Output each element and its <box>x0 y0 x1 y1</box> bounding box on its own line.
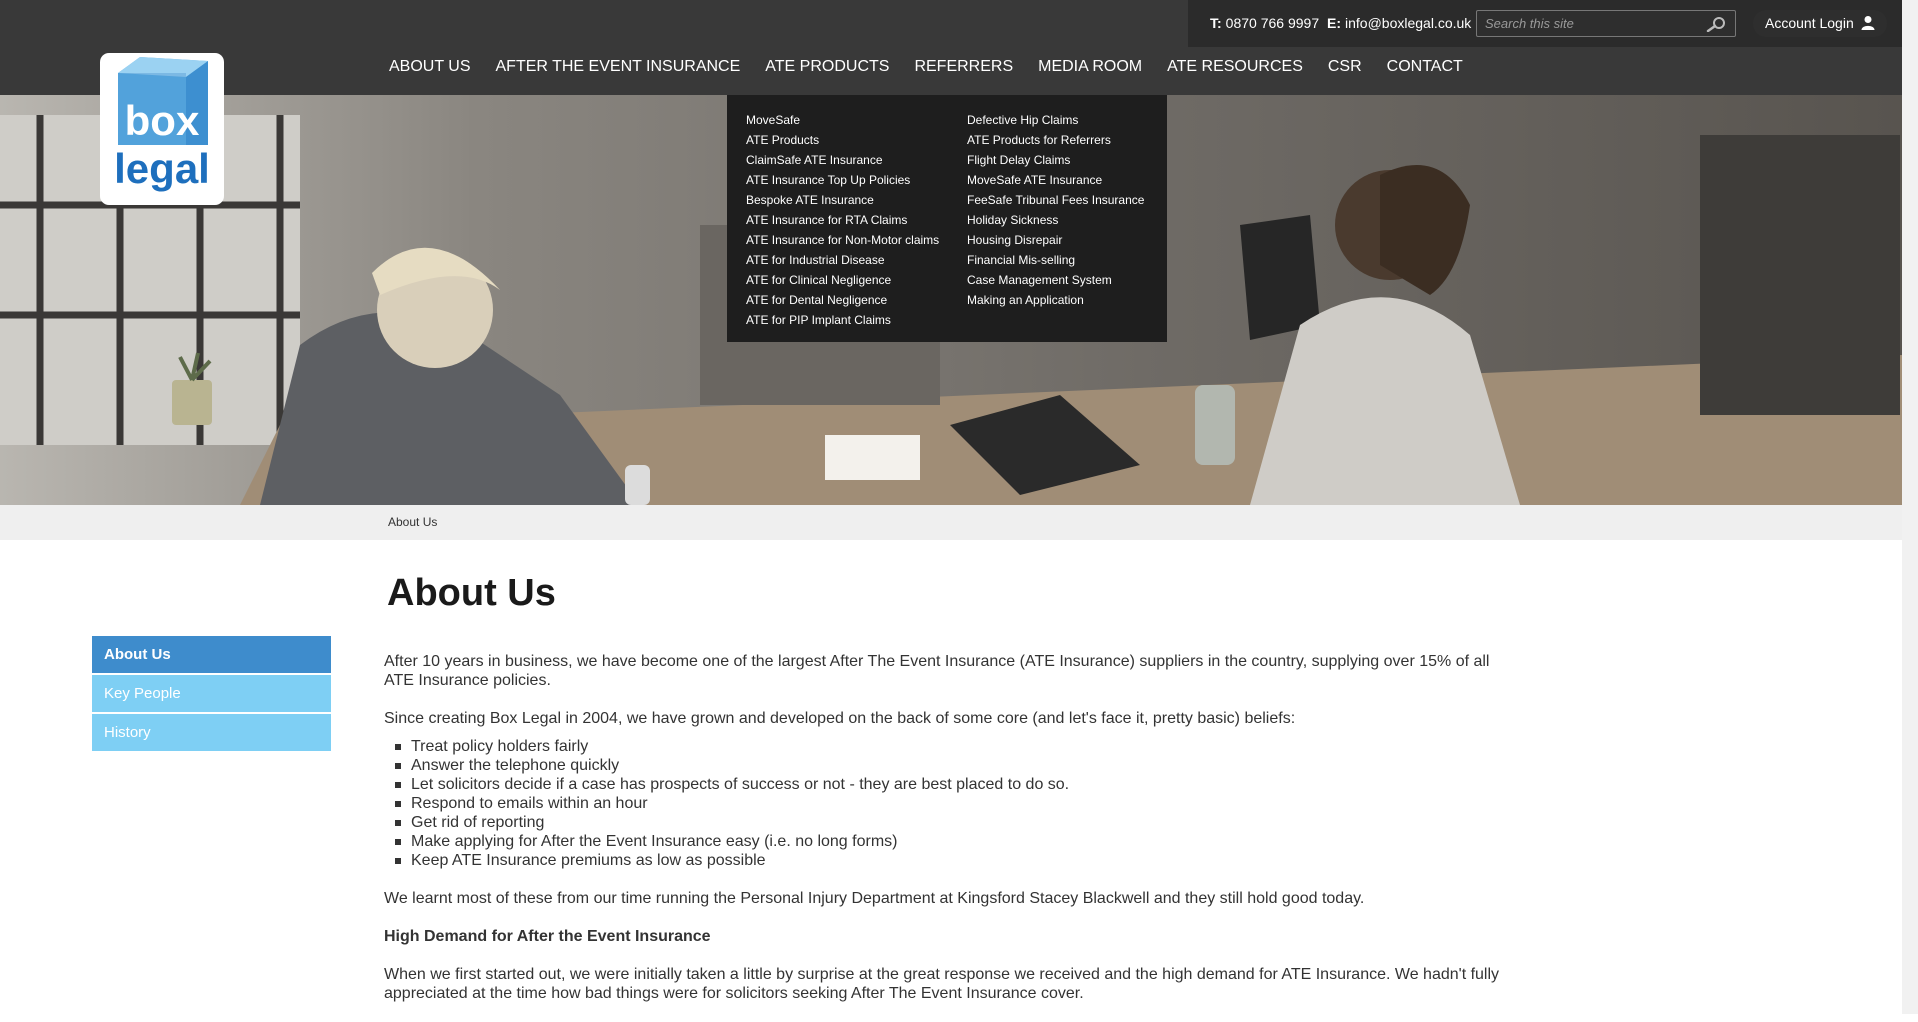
breadcrumb[interactable]: About Us <box>388 515 437 529</box>
dropdown-item-products-for-referrers[interactable]: ATE Products for Referrers <box>967 130 1144 150</box>
list-item: Keep ATE Insurance premiums as low as po… <box>395 851 1514 870</box>
sidebar-navigation: About Us Key People History <box>92 636 331 753</box>
dropdown-item-feesafe[interactable]: FeeSafe Tribunal Fees Insurance <box>967 190 1144 210</box>
history-paragraph: We learnt most of these from our time ru… <box>384 890 1365 907</box>
sidebar-item-key-people[interactable]: Key People <box>92 675 331 712</box>
sidebar-item-history[interactable]: History <box>92 714 331 751</box>
demand-paragraph: When we first started out, we were initi… <box>384 966 1500 1002</box>
site-header: T:0870 766 9997 E:info@boxlegal.co.uk Ac… <box>0 0 1902 95</box>
search-icon[interactable] <box>1705 16 1727 37</box>
page-scrollbar[interactable] <box>1902 0 1918 1014</box>
nav-csr[interactable]: CSR <box>1328 58 1362 76</box>
list-item: Answer the telephone quickly <box>395 756 1514 775</box>
dropdown-column-2: Defective Hip Claims ATE Products for Re… <box>967 110 1144 310</box>
nav-ate-resources[interactable]: ATE RESOURCES <box>1167 58 1303 76</box>
nav-after-the-event-insurance[interactable]: AFTER THE EVENT INSURANCE <box>496 58 741 76</box>
dropdown-item-ate-products[interactable]: ATE Products <box>746 130 939 150</box>
dropdown-column-1: MoveSafe ATE Products ClaimSafe ATE Insu… <box>746 110 939 330</box>
breadcrumb-bar: About Us <box>0 505 1902 540</box>
box-legal-logo[interactable]: box legal <box>100 53 224 205</box>
nav-referrers[interactable]: REFERRERS <box>914 58 1013 76</box>
nav-ate-products[interactable]: ATE PRODUCTS <box>765 58 889 76</box>
dropdown-item-holiday-sickness[interactable]: Holiday Sickness <box>967 210 1144 230</box>
phone-label: T: <box>1210 15 1222 31</box>
dropdown-item-defective-hip[interactable]: Defective Hip Claims <box>967 110 1144 130</box>
nav-media-room[interactable]: MEDIA ROOM <box>1038 58 1142 76</box>
dropdown-item-rta-claims[interactable]: ATE Insurance for RTA Claims <box>746 210 939 230</box>
dropdown-item-financial-mis-selling[interactable]: Financial Mis-selling <box>967 250 1144 270</box>
dropdown-item-bespoke[interactable]: Bespoke ATE Insurance <box>746 190 939 210</box>
dropdown-item-flight-delay[interactable]: Flight Delay Claims <box>967 150 1144 170</box>
dropdown-item-industrial-disease[interactable]: ATE for Industrial Disease <box>746 250 939 270</box>
user-icon <box>1861 15 1875 34</box>
dropdown-item-case-management[interactable]: Case Management System <box>967 270 1144 290</box>
list-item: Get rid of reporting <box>395 813 1514 832</box>
dropdown-item-pip-implant[interactable]: ATE for PIP Implant Claims <box>746 310 939 330</box>
ate-products-dropdown: MoveSafe ATE Products ClaimSafe ATE Insu… <box>727 95 1167 342</box>
intro-paragraph: After 10 years in business, we have beco… <box>384 653 1490 689</box>
nav-contact[interactable]: CONTACT <box>1387 58 1463 76</box>
logo-text-legal: legal <box>114 145 210 192</box>
email-contact[interactable]: E: info@boxlegal.co.uk <box>1327 15 1471 31</box>
sidebar-item-about-us[interactable]: About Us <box>92 636 331 673</box>
nav-about-us[interactable]: ABOUT US <box>389 58 471 76</box>
dropdown-item-top-up-policies[interactable]: ATE Insurance Top Up Policies <box>746 170 939 190</box>
list-item: Let solicitors decide if a case has pros… <box>395 775 1514 794</box>
beliefs-list: Treat policy holders fairly Answer the t… <box>384 737 1514 870</box>
dropdown-item-clinical-negligence[interactable]: ATE for Clinical Negligence <box>746 270 939 290</box>
account-login-button[interactable]: Account Login <box>1753 10 1887 37</box>
section-heading-high-demand: High Demand for After the Event Insuranc… <box>384 928 711 945</box>
dropdown-item-claimsafe[interactable]: ClaimSafe ATE Insurance <box>746 150 939 170</box>
main-navigation: ABOUT US AFTER THE EVENT INSURANCE ATE P… <box>389 58 1488 76</box>
site-search <box>1476 10 1736 37</box>
dropdown-item-making-application[interactable]: Making an Application <box>967 290 1144 310</box>
dropdown-item-non-motor[interactable]: ATE Insurance for Non-Motor claims <box>746 230 939 250</box>
list-item: Make applying for After the Event Insura… <box>395 832 1514 851</box>
dropdown-item-housing-disrepair[interactable]: Housing Disrepair <box>967 230 1144 250</box>
phone-number[interactable]: 0870 766 9997 <box>1226 15 1319 31</box>
list-item: Respond to emails within an hour <box>395 794 1514 813</box>
main-content: After 10 years in business, we have beco… <box>384 652 1514 1022</box>
search-input[interactable] <box>1485 15 1695 32</box>
page-title: About Us <box>387 572 556 614</box>
list-item: Treat policy holders fairly <box>395 737 1514 756</box>
beliefs-intro-paragraph: Since creating Box Legal in 2004, we hav… <box>384 710 1296 727</box>
dropdown-item-movesafe[interactable]: MoveSafe <box>746 110 939 130</box>
phone-contact[interactable]: T: 0870 766 9997 <box>1210 15 1319 31</box>
account-login-label: Account Login <box>1765 15 1854 31</box>
dropdown-item-movesafe-ate[interactable]: MoveSafe ATE Insurance <box>967 170 1144 190</box>
email-label: E: <box>1327 15 1341 31</box>
logo-text-box: box <box>125 97 200 144</box>
email-address[interactable]: info@boxlegal.co.uk <box>1345 15 1471 31</box>
dropdown-item-dental-negligence[interactable]: ATE for Dental Negligence <box>746 290 939 310</box>
